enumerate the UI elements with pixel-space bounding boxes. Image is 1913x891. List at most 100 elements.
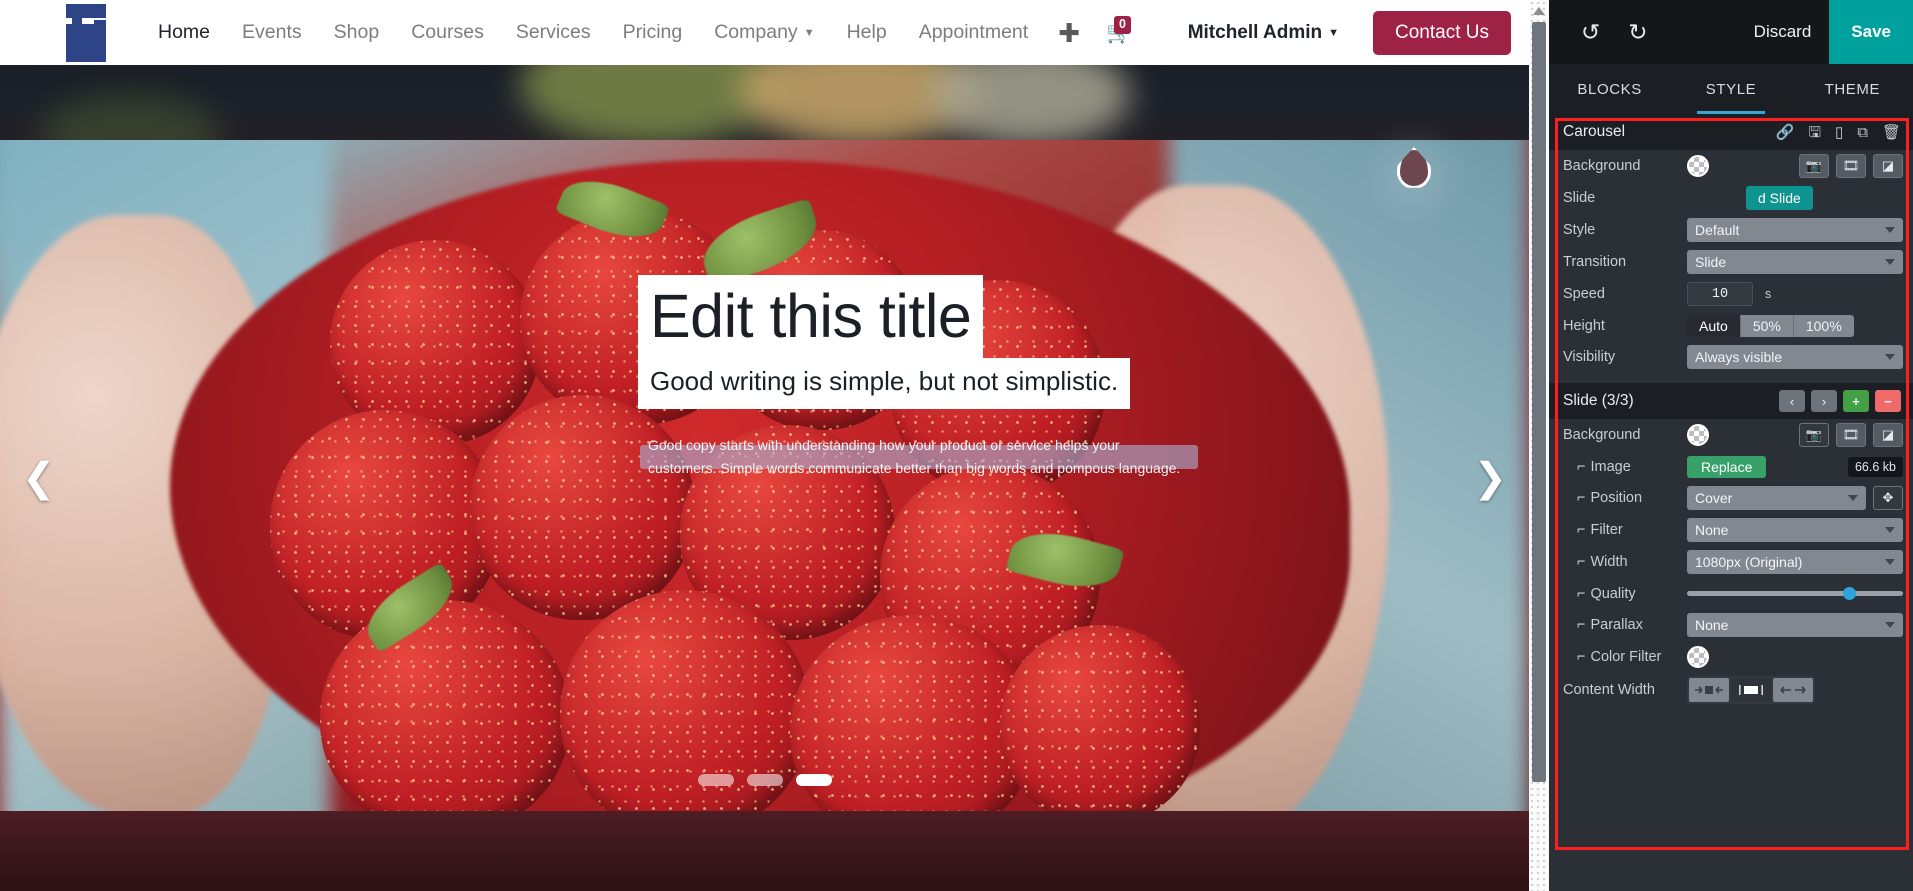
tab-style[interactable]: STYLE [1670,64,1791,114]
chevron-down-icon [1885,227,1895,233]
user-menu[interactable]: Mitchell Admin ▼ [1180,22,1347,44]
slide-width-select[interactable]: 1080px (Original) [1687,550,1903,574]
nav-item-services[interactable]: Services [500,15,607,50]
add-slide-button[interactable]: d Slide [1746,186,1813,210]
image-size-badge: 66.6 kb [1847,456,1903,477]
undo-icon[interactable]: ↺ [1567,20,1614,44]
carousel-transition-select[interactable]: Slide [1687,250,1903,274]
slide-filter-label: ⌐ Filter [1577,522,1623,538]
add-slide-plus-icon[interactable]: + [1843,390,1869,412]
hero-paragraph-text: Good copy starts with understanding how … [640,437,1198,476]
nav-item-home[interactable]: Home [142,15,226,50]
move-icon[interactable]: ✥ [1873,486,1903,510]
carousel-background-label: Background [1563,158,1641,174]
slide-position-select[interactable]: Cover [1687,486,1866,510]
website-preview: Home Events Shop Courses Services Pricin… [0,0,1529,891]
medium-width-icon[interactable] [1731,678,1771,702]
slide-position-value: Cover [1695,490,1733,506]
carousel-indicator-3[interactable] [795,774,832,786]
carousel-transition-value: Slide [1695,254,1727,270]
color-swatch-transparent[interactable] [1687,155,1709,177]
height-option-100[interactable]: 100% [1793,314,1854,337]
quality-slider[interactable] [1687,583,1903,605]
carousel-visibility-select[interactable]: Always visible [1687,345,1903,369]
plus-icon[interactable]: ✚ [1044,18,1094,48]
slide-parallax-label: ⌐ Parallax [1577,617,1643,633]
carousel-indicator-1[interactable] [697,774,734,786]
scroll-up-arrow-icon[interactable] [1533,7,1545,15]
save-button[interactable]: Save [1829,0,1913,64]
slide-filter-select[interactable]: None [1687,518,1903,542]
save-disk-icon[interactable]: 🖫 [1808,125,1821,140]
nav-item-shop[interactable]: Shop [318,15,396,50]
height-option-50[interactable]: 50% [1740,314,1794,337]
trash-icon[interactable]: 🗑 [1882,125,1901,140]
nav-item-pricing[interactable]: Pricing [607,15,699,50]
remove-slide-minus-icon[interactable]: − [1875,390,1901,412]
slide-top-strip [0,65,1529,140]
carousel-transition-row: Transition Slide [1549,246,1913,278]
slide-parallax-label-text: Parallax [1590,617,1643,633]
carousel-style-label: Style [1563,222,1596,238]
contact-us-button[interactable]: Contact Us [1373,10,1511,55]
cart-button[interactable]: 🛒 0 [1094,16,1144,43]
tab-theme[interactable]: THEME [1792,64,1913,114]
carousel-background-row: Background 📷 🎞 ◪ [1549,150,1913,182]
hero-subtitle[interactable]: Good writing is simple, but not simplist… [638,358,1131,410]
nav-item-company[interactable]: Company ▼ [698,15,830,50]
replace-image-button[interactable]: Replace [1687,455,1767,478]
sr-logo-icon[interactable] [62,2,110,64]
carousel-transition-label: Transition [1563,254,1627,270]
nav-item-courses[interactable]: Courses [395,15,500,50]
main-nav: Home Events Shop Courses Services Pricin… [142,15,1144,50]
redo-icon[interactable]: ↻ [1614,20,1661,44]
color-swatch-transparent[interactable] [1687,424,1709,446]
quality-slider-track [1687,591,1903,596]
carousel-visibility-row: Visibility Always visible [1549,341,1913,373]
scrollbar-thumb[interactable] [1532,22,1546,782]
nav-item-company-label: Company [714,21,798,43]
slide-next-button[interactable]: › [1811,390,1837,412]
quality-slider-handle[interactable] [1842,587,1856,600]
gradient-icon[interactable]: ◪ [1873,423,1903,447]
user-name-label: Mitchell Admin [1187,21,1323,43]
hero-carousel: ❮ ❯ Edit this title Good writing is simp… [0,65,1529,891]
carousel-style-row: Style Default [1549,214,1913,246]
preview-scrollbar[interactable] [1529,0,1549,891]
carousel-speed-input[interactable]: 10 [1687,282,1753,306]
slide-quality-label: ⌐ Quality [1577,585,1636,602]
discard-button[interactable]: Discard [1736,22,1830,42]
full-width-icon[interactable] [1773,678,1813,702]
nav-item-appointment[interactable]: Appointment [903,15,1045,50]
carousel-style-select[interactable]: Default [1687,218,1903,242]
link-icon[interactable]: 🔗 [1776,125,1795,140]
camera-icon[interactable]: 📷 [1799,423,1829,447]
slide-prev-button[interactable]: ‹ [1779,390,1805,412]
hero-paragraph[interactable]: Good copy starts with understanding how … [638,437,1198,476]
nav-item-events[interactable]: Events [226,15,318,50]
carousel-height-label: Height [1563,317,1605,334]
chevron-down-icon [1885,354,1895,360]
nav-item-help[interactable]: Help [831,15,903,50]
slide-image-row: ⌐ Image Replace 66.6 kb [1549,451,1913,482]
carousel-indicator-2[interactable] [746,774,783,786]
video-icon[interactable]: 🎞 [1836,154,1866,178]
duplicate-icon[interactable]: ⧉ [1857,125,1868,140]
video-icon[interactable]: 🎞 [1836,423,1866,447]
tab-blocks[interactable]: BLOCKS [1549,64,1670,114]
camera-icon[interactable]: 📷 [1799,154,1829,178]
height-option-auto[interactable]: Auto [1687,314,1741,337]
color-swatch-transparent[interactable] [1687,645,1709,668]
slide-filter-label-text: Filter [1590,522,1623,538]
carousel-next-arrow[interactable]: ❯ [1473,458,1507,498]
style-editor-panel: ↺ ↻ Discard Save BLOCKS STYLE THEME Caro… [1549,0,1913,891]
hero-title[interactable]: Edit this title [638,275,984,361]
slide-position-label: ⌐ Position [1577,490,1643,506]
carousel-prev-arrow[interactable]: ❮ [22,458,56,498]
gradient-icon[interactable]: ◪ [1873,154,1903,178]
narrow-width-icon[interactable] [1689,678,1729,702]
mobile-icon[interactable]: ▯ [1835,125,1843,140]
slide-parallax-select[interactable]: None [1687,613,1903,637]
editor-screen: Home Events Shop Courses Services Pricin… [0,0,1913,891]
chevron-down-icon: ▼ [803,27,815,39]
